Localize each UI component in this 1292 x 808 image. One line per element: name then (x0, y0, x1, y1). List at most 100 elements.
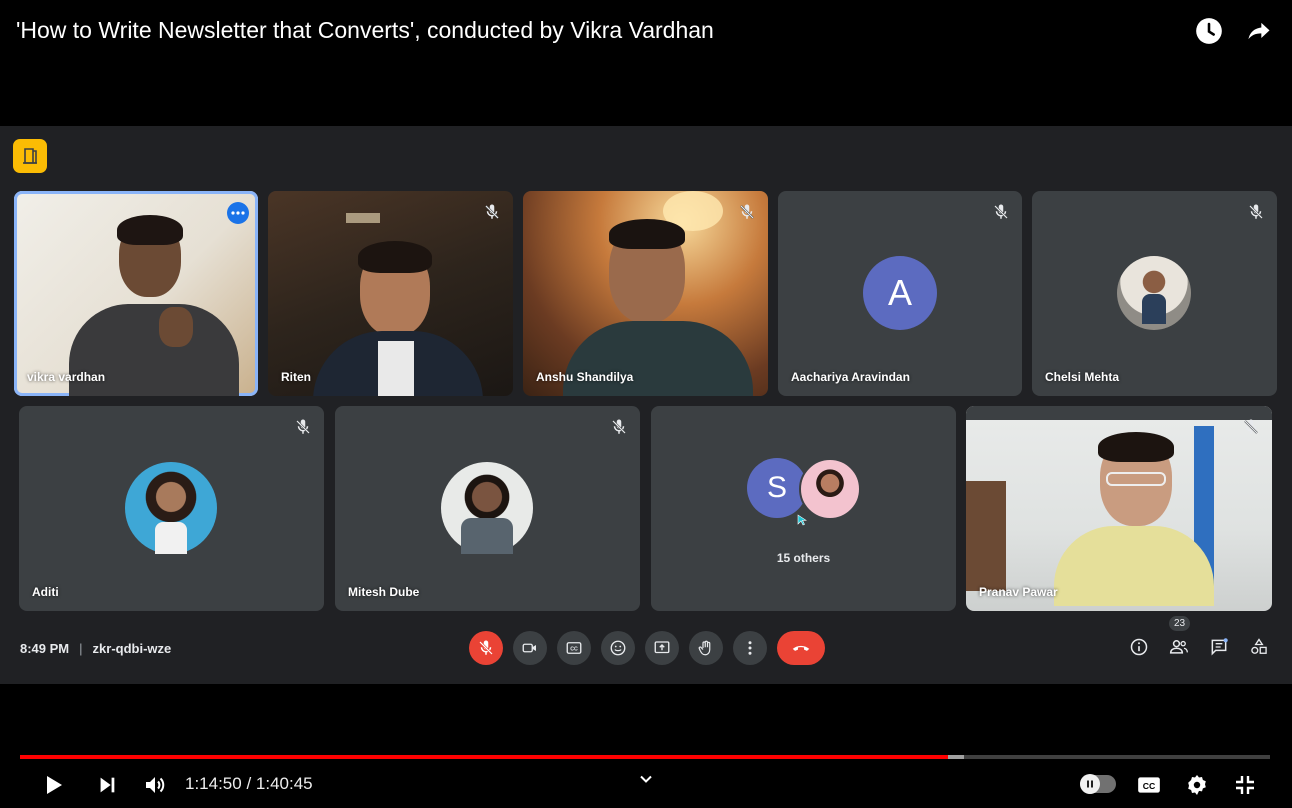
autoplay-toggle[interactable] (1080, 774, 1116, 794)
mic-off-icon (994, 204, 1008, 219)
microphone-toggle-button[interactable] (469, 631, 503, 665)
video-title: 'How to Write Newsletter that Converts',… (16, 17, 714, 43)
participant-name: Chelsi Mehta (1045, 370, 1120, 384)
info-icon (1130, 638, 1148, 656)
participants-count-badge: 23 (1169, 616, 1191, 631)
door-icon (23, 148, 37, 164)
pause-icon (1087, 780, 1093, 788)
more-options-button[interactable] (227, 202, 249, 224)
participant-video (523, 191, 768, 396)
participant-tile-others[interactable]: S 15 others (651, 406, 956, 611)
meeting-side-controls: 23 (1128, 616, 1270, 658)
people-icon (1169, 640, 1188, 654)
meet-window: vikra vardhan Riten Anshu Shandilya A Aa… (0, 126, 1292, 684)
meeting-code: zkr-qdbi-wze (92, 641, 172, 656)
mic-off-icon (1249, 204, 1263, 219)
svg-text:CC: CC (570, 646, 578, 652)
meet-room-badge[interactable] (13, 139, 47, 173)
captions-icon: CC (566, 642, 582, 654)
participant-tile[interactable]: vikra vardhan (14, 191, 258, 396)
exit-fullscreen-icon (1236, 776, 1254, 794)
player-controls: 1:14:50 / 1:40:45 CC (0, 765, 1292, 805)
progress-bar[interactable] (20, 755, 1270, 759)
camera-icon (522, 643, 536, 653)
participant-tile[interactable]: Chelsi Mehta (1032, 191, 1277, 396)
participant-tile[interactable]: Anshu Shandilya (523, 191, 768, 396)
captions-button[interactable]: CC (557, 631, 591, 665)
mic-off-icon (296, 419, 310, 434)
skip-next-icon (100, 777, 115, 793)
camera-toggle-button[interactable] (513, 631, 547, 665)
play-icon (47, 776, 62, 794)
participant-name: Mitesh Dube (348, 585, 420, 599)
avatar (441, 462, 533, 554)
participant-video (966, 406, 1272, 611)
gear-icon (1188, 775, 1206, 795)
more-options-button[interactable] (733, 631, 767, 665)
emoji-icon (610, 640, 626, 656)
chat-button[interactable] (1208, 636, 1230, 658)
avatar-initial: S (766, 471, 787, 504)
volume-button[interactable] (139, 769, 171, 801)
meeting-details-button[interactable] (1128, 636, 1150, 658)
raise-hand-button[interactable] (689, 631, 723, 665)
next-button[interactable] (91, 769, 123, 801)
mic-off-icon (485, 204, 499, 219)
share-button[interactable] (1244, 16, 1274, 46)
people-button[interactable]: 23 (1168, 616, 1191, 658)
top-actions (1194, 16, 1274, 46)
cursor-icon (797, 514, 807, 526)
meeting-controls: CC (469, 631, 825, 665)
present-icon (654, 641, 670, 654)
avatar: A (863, 256, 937, 330)
captions-icon: CC (1138, 777, 1160, 793)
avatar (1117, 256, 1191, 330)
chevron-down-icon (640, 775, 652, 783)
mic-off-icon (612, 419, 626, 434)
avatar: S (747, 458, 807, 518)
avatar-initial: A (887, 272, 912, 313)
settings-button[interactable] (1181, 769, 1213, 801)
avatar (125, 462, 217, 554)
separator: | (79, 641, 83, 656)
present-screen-button[interactable] (645, 631, 679, 665)
meeting-time: 8:49 PM (20, 641, 70, 656)
participant-name: Pranav Pawar (979, 585, 1058, 599)
participant-tile[interactable]: Pranav Pawar (966, 406, 1272, 611)
exit-fullscreen-button[interactable] (1229, 769, 1261, 801)
participant-name: Anshu Shandilya (536, 370, 634, 384)
others-label: 15 others (776, 551, 831, 565)
meeting-info: 8:49 PM | zkr-qdbi-wze (20, 641, 171, 656)
participant-name: Aditi (32, 585, 59, 599)
volume-icon (146, 777, 165, 793)
mic-off-icon (1244, 419, 1258, 434)
participant-name: Aachariya Aravindan (791, 370, 910, 384)
end-call-icon (792, 645, 810, 651)
play-button[interactable] (37, 769, 69, 801)
share-icon (1248, 22, 1270, 40)
participant-tile[interactable]: Mitesh Dube (335, 406, 640, 611)
hand-icon (698, 640, 711, 656)
watch-later-button[interactable] (1194, 16, 1224, 46)
participant-tile[interactable]: A Aachariya Aravindan (778, 191, 1022, 396)
chat-icon (1211, 638, 1228, 656)
participant-video (268, 191, 513, 396)
end-call-button[interactable] (777, 631, 825, 665)
activities-button[interactable] (1248, 636, 1270, 658)
participant-tile[interactable]: Riten (268, 191, 513, 396)
participant-tile[interactable]: Aditi (19, 406, 324, 611)
time-display: 1:14:50 / 1:40:45 (185, 774, 313, 793)
participant-name: vikra vardhan (27, 370, 106, 384)
avatar (799, 458, 861, 520)
chapters-expand-button[interactable] (636, 769, 656, 794)
participant-name: Riten (281, 370, 311, 384)
clock-icon (1196, 18, 1222, 44)
mic-off-icon (740, 204, 754, 219)
subtitles-button[interactable]: CC (1133, 769, 1165, 801)
autoplay-knob (1080, 774, 1100, 794)
progress-played (20, 755, 949, 759)
more-icon (231, 211, 245, 215)
shapes-icon (1251, 638, 1267, 654)
reactions-button[interactable] (601, 631, 635, 665)
svg-text:CC: CC (1143, 781, 1156, 791)
